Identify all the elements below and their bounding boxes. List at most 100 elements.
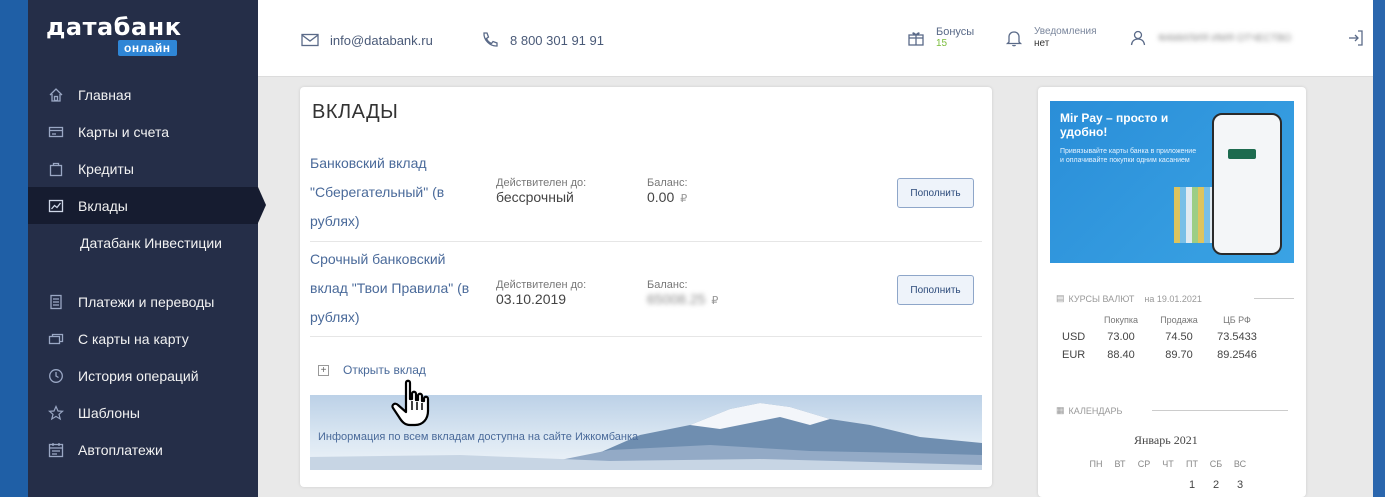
user-profile[interactable]: ФАМИЛИЯ ИМЯ ОТЧЕСТВО: [1128, 28, 1291, 48]
deposits-panel: ВКЛАДЫ Банковский вклад "Сберегательный"…: [300, 87, 992, 487]
logout-button[interactable]: [1346, 28, 1376, 48]
sidebar-item-home[interactable]: Главная: [28, 76, 258, 113]
calendar-day[interactable]: 3: [1228, 479, 1252, 491]
open-deposit-label: Открыть вклад: [343, 363, 426, 377]
rates-head-sell: Продажа: [1160, 315, 1198, 325]
calendar-icon: [48, 442, 64, 458]
rates-title: ▤ КУРСЫ ВАЛЮТ на 19.01.2021: [1056, 293, 1202, 304]
right-edge: [1373, 0, 1385, 497]
logout-icon: [1349, 30, 1363, 46]
calendar-weekdays: ПН ВТ СР ЧТ ПТ СБ ВС: [1084, 459, 1252, 469]
plus-icon: +: [318, 364, 329, 376]
topup-button[interactable]: Пополнить: [897, 178, 974, 208]
bonuses-value: 15: [936, 38, 948, 49]
gift-icon: [908, 32, 924, 46]
valid-until-label: Действителен до:: [496, 279, 587, 291]
topbar: info@databank.ru 8 800 301 91 91 Бонусы …: [258, 0, 1373, 77]
email-link[interactable]: info@databank.ru: [300, 30, 433, 50]
phone-graphic: [1212, 113, 1282, 255]
sidebar-item-label: С карты на карту: [78, 330, 189, 347]
weekday: ЧТ: [1162, 459, 1174, 469]
currency-sign: ₽: [711, 295, 719, 307]
phone-link[interactable]: 8 800 301 91 91: [480, 30, 604, 50]
rates-cb: 89.2546: [1217, 349, 1257, 361]
sidebar-item-investments[interactable]: Датабанк Инвестиции: [28, 224, 258, 261]
currency-sign: ₽: [680, 193, 688, 205]
banner-text: Информация по всем вкладам доступна на с…: [318, 431, 639, 443]
weekday: ВС: [1233, 459, 1247, 469]
sidebar-item-payments[interactable]: Платежи и переводы: [28, 283, 258, 320]
sidebar-item-templates[interactable]: Шаблоны: [28, 394, 258, 431]
promo-banner[interactable]: Mir Pay – просто и удобно! Привязывайте …: [1050, 101, 1294, 263]
sidebar-item-history[interactable]: История операций: [28, 357, 258, 394]
calendar-week-row: 1 2 3: [1084, 479, 1252, 491]
deposit-row: Банковский вклад "Сберегательный" (в руб…: [310, 149, 982, 242]
weekday: ВТ: [1114, 459, 1126, 469]
sidebar: датабанк онлайн Главная Карты и счета Кр…: [28, 0, 266, 497]
sidebar-item-label: Кредиты: [78, 160, 134, 177]
calendar-day[interactable]: [1156, 479, 1180, 491]
document-icon: [48, 294, 64, 310]
star-icon: [48, 404, 64, 421]
balance-value: 0.00 ₽: [647, 189, 687, 205]
notifications-label: Уведомления: [1034, 26, 1097, 37]
rates-header: Покупка Продажа ЦБ РФ: [1092, 315, 1302, 325]
rates-table: Покупка Продажа ЦБ РФ USD 73.00 74.50 73…: [1062, 315, 1302, 361]
calendar-title: ▦ КАЛЕНДАРЬ: [1056, 405, 1122, 416]
sidebar-nav: Главная Карты и счета Кредиты Вклады Дат…: [28, 76, 266, 468]
user-icon: [1130, 30, 1146, 46]
topup-button[interactable]: Пополнить: [897, 275, 974, 305]
notifications-value: нет: [1034, 38, 1050, 49]
notifications-link[interactable]: Уведомления нет: [1004, 26, 1097, 50]
calendar-day[interactable]: [1132, 479, 1156, 491]
valid-until-value: 03.10.2019: [496, 291, 567, 307]
sidebar-item-label: Автоплатежи: [78, 441, 163, 458]
sidebar-item-deposits[interactable]: Вклады: [28, 187, 266, 224]
rates-row: USD 73.00 74.50 73.5433: [1062, 331, 1302, 343]
weekday: ПН: [1089, 459, 1103, 469]
rates-title-text: КУРСЫ ВАЛЮТ: [1068, 293, 1135, 304]
chart-icon: [48, 198, 64, 214]
calendar-icon: ▦: [1056, 405, 1065, 415]
rates-icon: ▤: [1056, 293, 1065, 303]
calendar-day[interactable]: 2: [1204, 479, 1228, 491]
calendar-day[interactable]: 1: [1180, 479, 1204, 491]
phone-badge: [1228, 149, 1256, 159]
rates-sell: 89.70: [1165, 349, 1193, 361]
rates-currency: USD: [1062, 331, 1086, 343]
sidebar-item-autopayments[interactable]: Автоплатежи: [28, 431, 258, 468]
calendar-month: Январь 2021: [1134, 433, 1198, 447]
mail-icon: [301, 33, 319, 47]
bag-icon: [48, 161, 64, 177]
deposit-name-link[interactable]: Банковский вклад "Сберегательный" (в руб…: [310, 149, 485, 236]
home-icon: [48, 87, 64, 103]
card-icon: [48, 124, 64, 140]
sidebar-item-credits[interactable]: Кредиты: [28, 150, 258, 187]
sidebar-item-card2card[interactable]: С карты на карту: [28, 320, 258, 357]
open-deposit-link[interactable]: + Открыть вклад: [318, 363, 426, 377]
sidebar-item-label: Датабанк Инвестиции: [80, 234, 222, 251]
calendar-day[interactable]: [1084, 479, 1108, 491]
sidebar-item-label: Платежи и переводы: [78, 293, 215, 310]
bonuses-link[interactable]: Бонусы 15: [906, 26, 974, 50]
sidebar-item-label: Карты и счета: [78, 123, 169, 140]
phone-icon: [483, 32, 498, 47]
cards-icon: [48, 331, 64, 347]
left-edge: [0, 0, 28, 497]
rates-row: EUR 88.40 89.70 89.2546: [1062, 349, 1302, 361]
deposit-name-link[interactable]: Срочный банковский вклад "Твои Правила" …: [310, 245, 485, 332]
logo[interactable]: датабанк онлайн: [46, 14, 182, 56]
weekday: СР: [1137, 459, 1151, 469]
weekday: СБ: [1209, 459, 1223, 469]
sidebar-item-cards[interactable]: Карты и счета: [28, 113, 258, 150]
deposit-row: Срочный банковский вклад "Твои Правила" …: [310, 245, 982, 337]
sidebar-item-label: История операций: [78, 367, 199, 384]
hand-cursor-icon: [391, 379, 430, 427]
promo-title: Mir Pay – просто и удобно!: [1060, 111, 1169, 139]
user-name: ФАМИЛИЯ ИМЯ ОТЧЕСТВО: [1158, 32, 1292, 44]
balance-label: Баланс:: [647, 279, 688, 291]
rates-head-buy: Покупка: [1103, 315, 1139, 325]
calendar-day[interactable]: [1108, 479, 1132, 491]
logo-sub: онлайн: [118, 40, 177, 56]
